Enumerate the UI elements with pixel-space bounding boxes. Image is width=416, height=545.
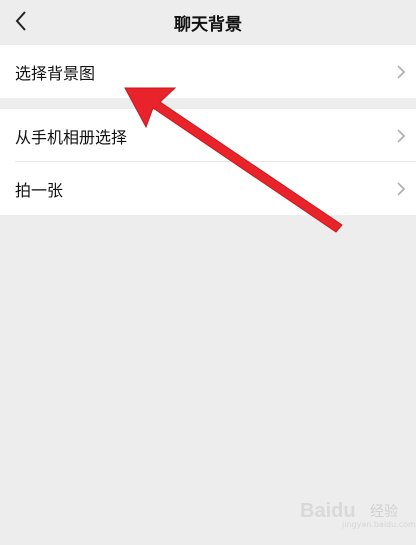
page-title: 聊天背景 [174, 15, 242, 35]
chevron-right-icon [397, 128, 406, 143]
chevron-right-icon [397, 64, 406, 79]
watermark-url: jingyan.baidu.com [342, 520, 416, 529]
background-choose-group: 选择背景图 [0, 45, 416, 98]
row-label: 拍一张 [15, 180, 64, 200]
nav-bar: 聊天背景 [0, 0, 416, 44]
take-photo-row[interactable]: 拍一张 [0, 162, 416, 215]
choose-from-album-row[interactable]: 从手机相册选择 [0, 109, 416, 162]
watermark-label: 经验 [370, 504, 398, 520]
baidu-watermark: Baidu 经验 jingyan.baidu.com [300, 492, 416, 529]
choose-background-row[interactable]: 选择背景图 [0, 45, 416, 98]
chevron-right-icon [397, 181, 406, 196]
row-label: 从手机相册选择 [15, 127, 128, 147]
background-source-group: 从手机相册选择 拍一张 [0, 109, 416, 215]
row-label: 选择背景图 [15, 63, 96, 83]
